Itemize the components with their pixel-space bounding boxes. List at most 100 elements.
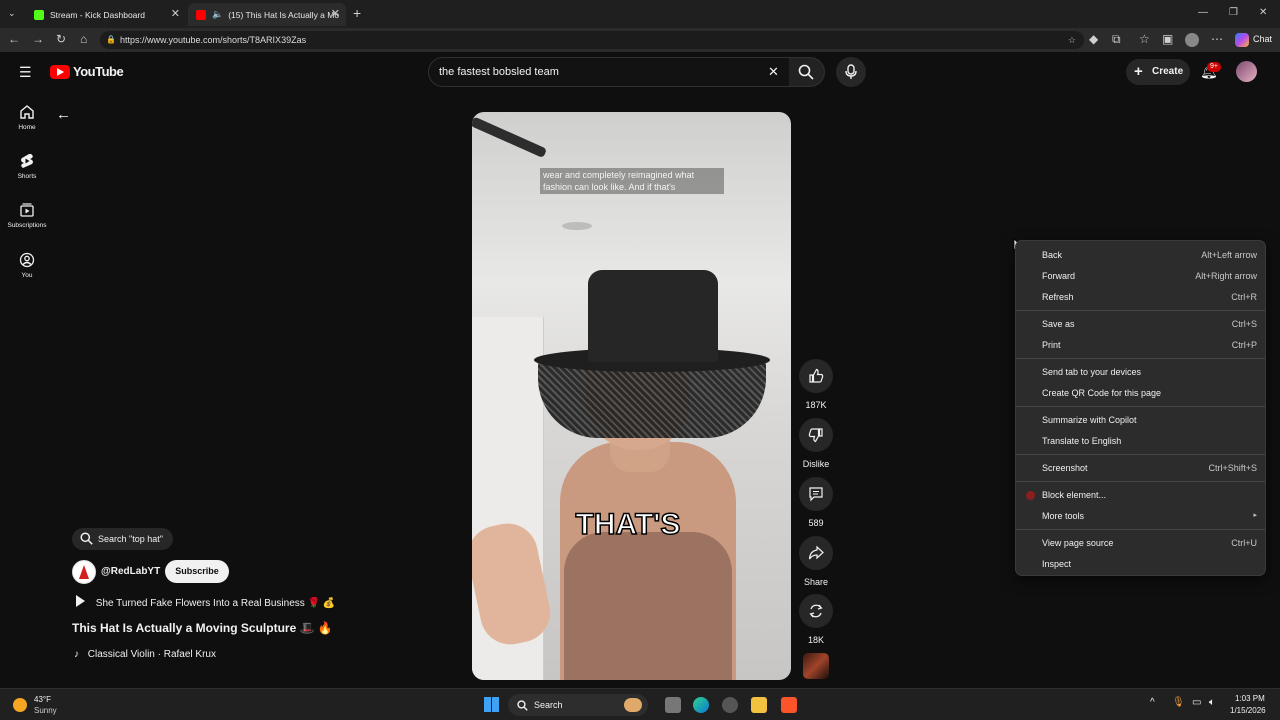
- voice-search-button[interactable]: [836, 57, 866, 87]
- minimize-icon[interactable]: —: [1198, 7, 1208, 18]
- lock-icon: 🔒: [106, 35, 116, 44]
- clear-search-icon[interactable]: ✕: [768, 58, 779, 86]
- menu-item-save-as[interactable]: Save as Ctrl+S: [1016, 314, 1265, 334]
- url-text: https://www.youtube.com/shorts/T8ARIX39Z…: [120, 35, 307, 45]
- extension-icon[interactable]: ◆: [1089, 32, 1098, 46]
- tab-actions-chevron-icon[interactable]: ⌄: [8, 8, 16, 19]
- sound-thumbnail[interactable]: [803, 653, 829, 679]
- related-video-link[interactable]: She Turned Fake Flowers Into a Real Busi…: [72, 595, 335, 609]
- sidebar-item-shorts[interactable]: Shorts: [0, 153, 54, 180]
- collections-icon[interactable]: ▣: [1162, 32, 1173, 46]
- music-link[interactable]: ♪ Classical Violin · Rafael Krux: [72, 649, 216, 660]
- play-icon: [76, 595, 85, 607]
- close-window-icon[interactable]: ✕: [1259, 7, 1267, 18]
- like-count: 187K: [805, 400, 827, 410]
- sidebar-item-home[interactable]: Home: [0, 104, 54, 131]
- display-tray-icon[interactable]: ▭: [1192, 697, 1201, 708]
- app-icon[interactable]: [722, 697, 738, 713]
- thumbs-down-icon: [808, 428, 823, 443]
- channel-avatar[interactable]: [72, 560, 96, 584]
- remix-icon: [809, 604, 823, 618]
- brave-icon[interactable]: [781, 697, 797, 713]
- search-input[interactable]: the fastest bobsled team ✕: [428, 57, 790, 87]
- youtube-logo[interactable]: YouTube: [50, 64, 124, 79]
- clock-time[interactable]: 1:03 PM: [1235, 694, 1265, 703]
- copilot-chat-label[interactable]: Chat: [1253, 34, 1272, 44]
- menu-item-screenshot[interactable]: Screenshot Ctrl+Shift+S: [1016, 458, 1265, 478]
- favorite-star-icon[interactable]: ☆: [1068, 31, 1076, 49]
- menu-item-refresh[interactable]: Refresh Ctrl+R: [1016, 287, 1265, 307]
- task-view-icon[interactable]: [665, 697, 681, 713]
- like-button[interactable]: 187K: [798, 359, 834, 410]
- restore-icon[interactable]: ❐: [1229, 7, 1238, 18]
- volume-tray-icon[interactable]: 🔈︎: [1209, 697, 1215, 708]
- profile-avatar-icon[interactable]: [1185, 33, 1199, 47]
- address-bar[interactable]: 🔒 https://www.youtube.com/shorts/T8ARIX3…: [100, 31, 1084, 49]
- submenu-arrow-icon: ▸: [1253, 512, 1257, 519]
- more-menu-icon[interactable]: ⋯: [1211, 32, 1223, 46]
- short-video-player[interactable]: wear and completely reimagined what fash…: [472, 112, 791, 680]
- subtitle-box: wear and completely reimagined what fash…: [540, 168, 724, 194]
- menu-separator: [1016, 358, 1265, 359]
- menu-item-block-element[interactable]: Block element...: [1016, 485, 1265, 505]
- weather-temp: 43°F: [34, 695, 51, 704]
- create-button[interactable]: + Create: [1126, 59, 1190, 85]
- youtube-logo-text: YouTube: [73, 64, 124, 79]
- speaker-icon[interactable]: 🔈: [212, 9, 223, 20]
- sidebar-item-you[interactable]: You: [0, 252, 54, 279]
- subscribe-button[interactable]: Subscribe: [165, 560, 229, 583]
- tab-kick-dashboard[interactable]: Stream - Kick Dashboard ✕: [26, 3, 186, 26]
- remix-button[interactable]: 18K: [798, 594, 834, 645]
- forward-icon[interactable]: →: [32, 32, 44, 46]
- close-tab-icon[interactable]: ✕: [331, 7, 340, 20]
- comment-icon: [809, 487, 823, 502]
- copilot-icon[interactable]: [1235, 33, 1249, 47]
- home-icon[interactable]: ⌂: [80, 32, 87, 46]
- back-arrow-icon[interactable]: ←: [56, 106, 71, 123]
- close-tab-icon[interactable]: ✕: [171, 7, 180, 20]
- create-label: Create: [1152, 66, 1184, 77]
- back-icon[interactable]: ←: [8, 32, 20, 46]
- menu-item-view-source[interactable]: View page source Ctrl+U: [1016, 533, 1265, 553]
- windows-start-icon[interactable]: [484, 697, 499, 712]
- refresh-icon[interactable]: ↻: [56, 32, 66, 46]
- menu-item-print[interactable]: Print Ctrl+P: [1016, 335, 1265, 355]
- edge-icon[interactable]: [693, 697, 709, 713]
- search-suggestion-chip[interactable]: Search "top hat": [72, 528, 173, 550]
- menu-item-send-tab[interactable]: Send tab to your devices: [1016, 362, 1265, 382]
- weather-sun-icon[interactable]: [13, 698, 27, 712]
- comments-button[interactable]: 589: [798, 477, 834, 528]
- channel-name[interactable]: @RedLabYT: [101, 566, 160, 577]
- taskbar-search[interactable]: Search: [508, 694, 648, 716]
- hamburger-menu-icon[interactable]: ☰: [19, 64, 32, 81]
- youtube-play-icon: [50, 64, 70, 79]
- subtitle-text: wear and completely reimagined what fash…: [543, 170, 695, 192]
- tray-chevron-icon[interactable]: ^: [1150, 697, 1155, 708]
- search-button[interactable]: [789, 57, 825, 87]
- menu-item-create-qr-code[interactable]: Create QR Code for this page: [1016, 383, 1265, 403]
- extensions-puzzle-icon[interactable]: ⧉: [1112, 32, 1121, 47]
- menu-item-inspect[interactable]: Inspect: [1016, 554, 1265, 574]
- microphone-tray-icon[interactable]: 🎙︎: [1172, 697, 1185, 708]
- microphone-icon: [845, 64, 857, 79]
- menu-separator: [1016, 481, 1265, 482]
- file-explorer-icon[interactable]: [751, 697, 767, 713]
- clock-date[interactable]: 1/15/2026: [1230, 706, 1266, 715]
- share-button[interactable]: Share: [798, 536, 834, 587]
- menu-item-summarize-copilot[interactable]: Summarize with Copilot: [1016, 410, 1265, 430]
- shorts-icon: [21, 154, 33, 168]
- menu-separator: [1016, 310, 1265, 311]
- weather-condition: Sunny: [34, 706, 57, 715]
- menu-item-back[interactable]: Back Alt+Left arrow: [1016, 245, 1265, 265]
- subscriptions-icon: [20, 203, 34, 217]
- menu-item-translate[interactable]: Translate to English: [1016, 431, 1265, 451]
- notification-badge: 9+: [1207, 62, 1221, 72]
- sidebar-item-subscriptions[interactable]: Subscriptions: [0, 202, 54, 229]
- dislike-button[interactable]: Dislike: [798, 418, 834, 469]
- account-avatar[interactable]: [1236, 61, 1257, 82]
- menu-item-forward[interactable]: Forward Alt+Right arrow: [1016, 266, 1265, 286]
- menu-item-more-tools[interactable]: More tools ▸: [1016, 506, 1265, 526]
- favorites-icon[interactable]: ☆: [1139, 32, 1150, 46]
- tab-youtube-short[interactable]: 🔈 (15) This Hat Is Actually a Mo ✕: [188, 3, 346, 26]
- new-tab-icon[interactable]: +: [353, 5, 361, 21]
